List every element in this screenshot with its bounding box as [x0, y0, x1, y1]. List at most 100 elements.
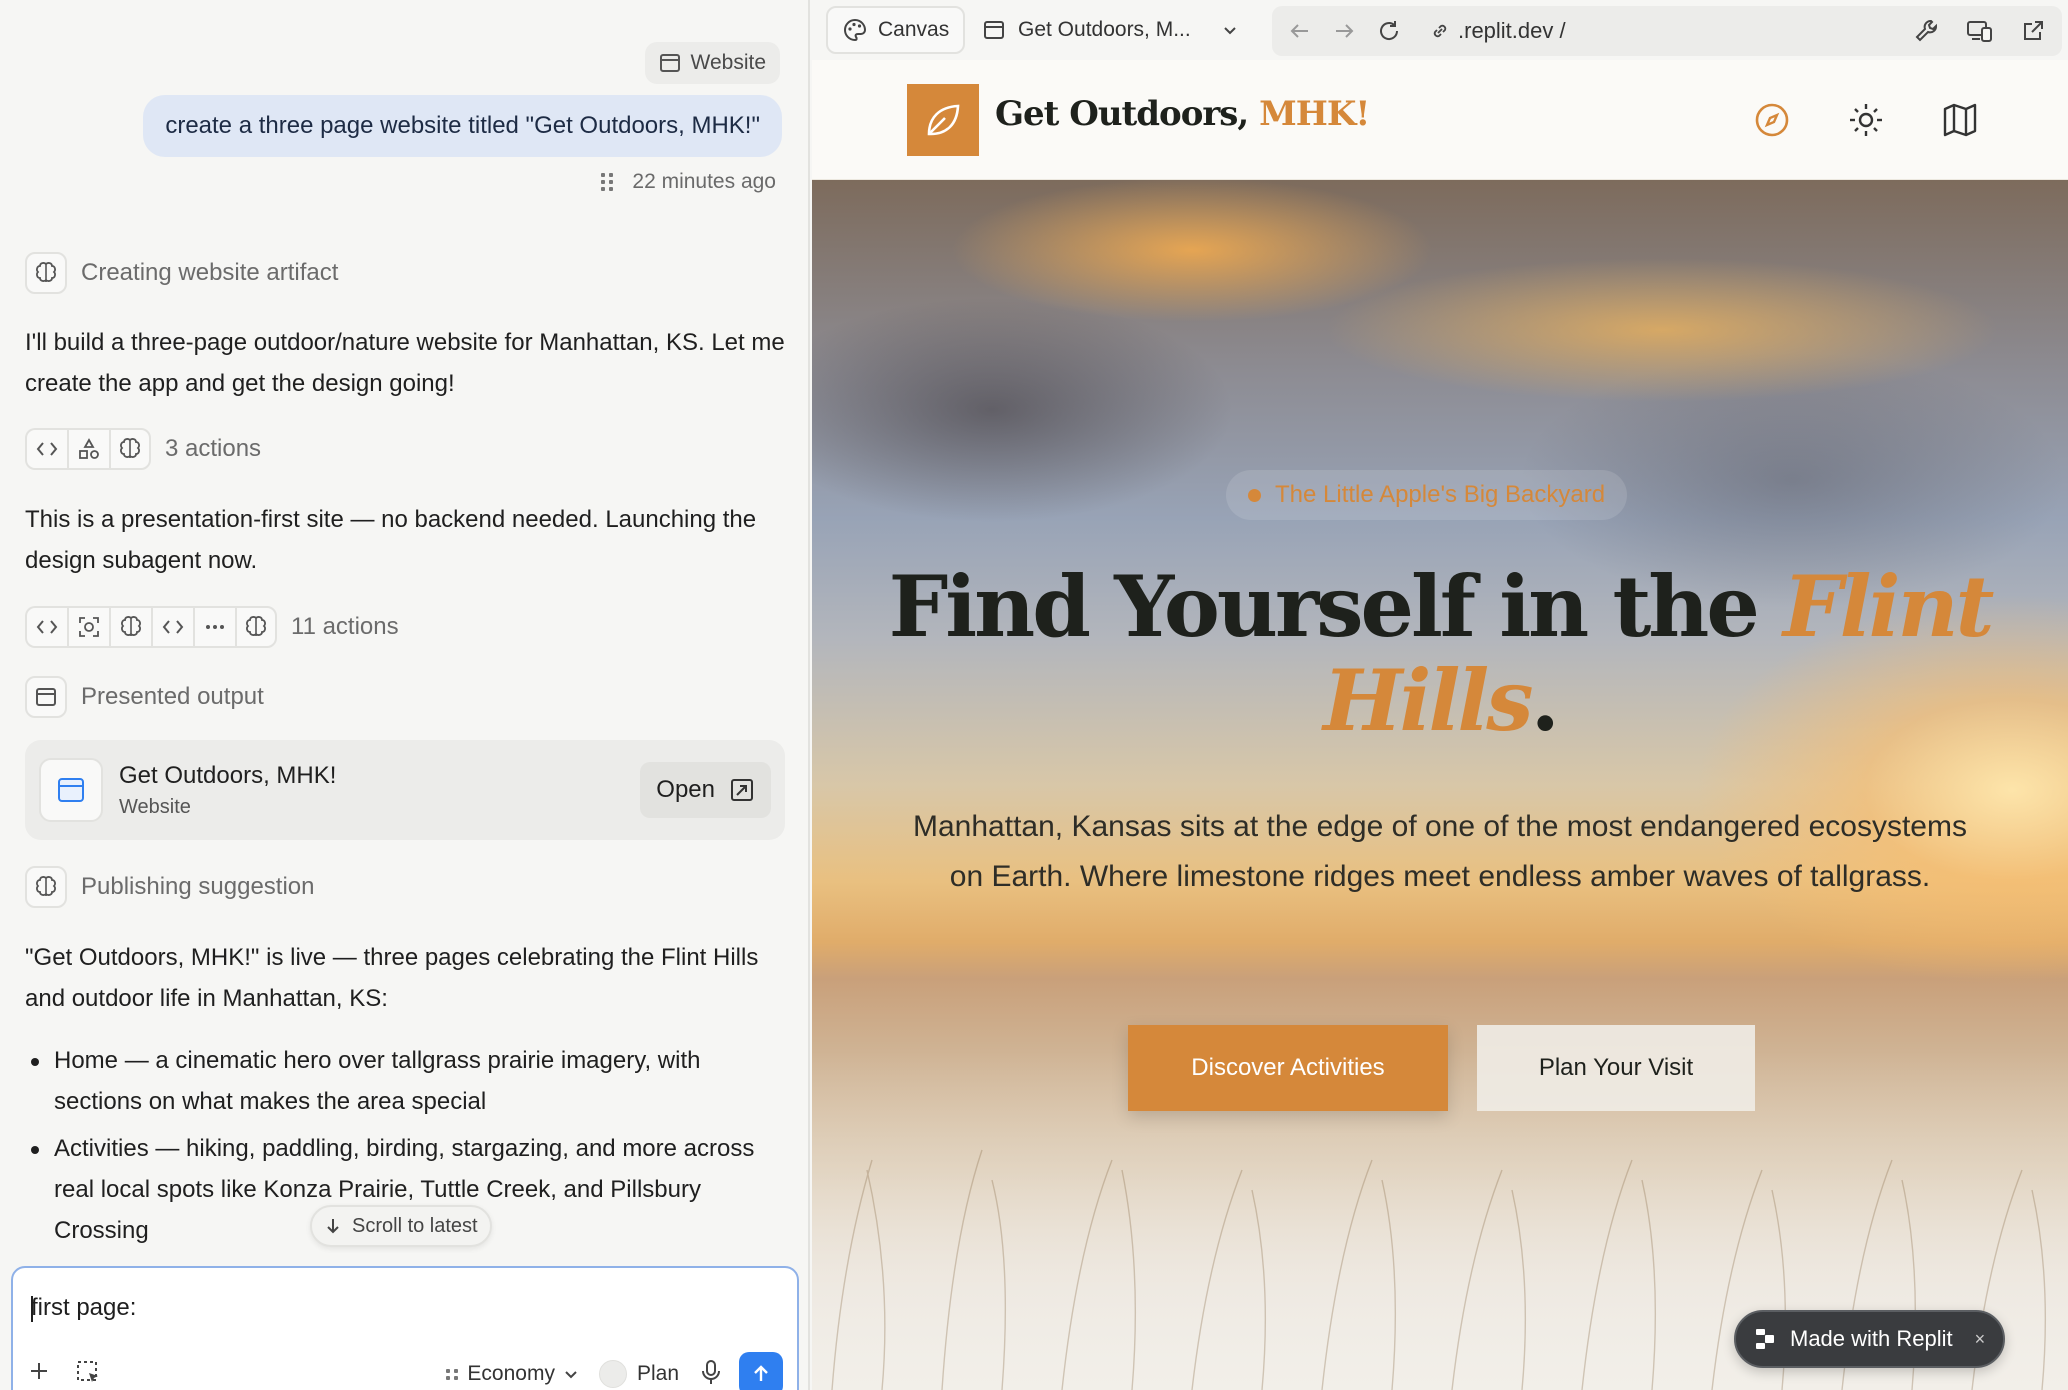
map-icon[interactable] [1942, 102, 1978, 138]
made-with-replit-badge[interactable]: Made with Replit × [1734, 1310, 2006, 1368]
chat-input[interactable]: first page: [31, 1294, 136, 1322]
brand-accent: MHK! [1259, 94, 1370, 134]
user-message: create a three page website titled "Get … [143, 95, 782, 157]
step-label: Publishing suggestion [81, 873, 315, 900]
website-preview: Get Outdoors, MHK! The Little Apple's Bi… [812, 60, 2068, 1390]
hero-headline: Find Yourself in the Flint Hills. [872, 560, 2008, 748]
mode-value: Economy [467, 1362, 555, 1385]
open-label: Open [656, 776, 715, 803]
chat-composer[interactable]: first page: Economy Plan [11, 1266, 799, 1390]
list-item: Home — a cinematic hero over tallgrass p… [25, 1040, 785, 1122]
window-icon [659, 54, 680, 72]
step-publishing-suggestion[interactable]: Publishing suggestion [25, 866, 315, 908]
actions-group-2[interactable]: 11 actions [25, 606, 399, 648]
hero-description: Manhattan, Kansas sits at the edge of on… [913, 810, 1967, 893]
wrench-icon[interactable] [1914, 18, 1940, 44]
website-chip-label: Website [690, 51, 766, 74]
url-bar[interactable]: .replit.dev / [1272, 6, 2062, 56]
website-chip[interactable]: Website [644, 42, 780, 84]
brain-icon [235, 606, 277, 648]
open-external-icon[interactable] [2020, 18, 2046, 44]
leaf-icon [927, 104, 960, 136]
microphone-button[interactable] [699, 1358, 723, 1390]
actions-count: 11 actions [291, 613, 399, 640]
arrow-up-icon [754, 1365, 768, 1381]
send-button[interactable] [739, 1352, 783, 1390]
drag-handle-icon[interactable] [601, 173, 614, 191]
badge-label: Made with Replit [1790, 1326, 1953, 1351]
add-attachment-button[interactable] [27, 1357, 67, 1390]
assistant-paragraph-1: I'll build a three-page outdoor/nature w… [25, 329, 785, 397]
sun-icon[interactable] [1848, 102, 1884, 138]
brain-icon [25, 252, 67, 294]
forward-arrow-icon[interactable] [1332, 19, 1356, 43]
url-text: .replit.dev / [1458, 18, 1566, 43]
arrow-down-icon [327, 1219, 339, 1234]
selection-icon [77, 1360, 98, 1382]
shapes-icon [67, 428, 109, 470]
scroll-label: Scroll to latest [352, 1214, 478, 1237]
link-icon [1433, 24, 1447, 38]
brand-main: Get Outdoors, [995, 94, 1260, 134]
window-icon [25, 676, 67, 718]
website-icon [39, 758, 103, 822]
chat-panel: Website create a three page website titl… [0, 0, 810, 1390]
brain-icon [25, 866, 67, 908]
open-artifact-button[interactable]: Open [640, 762, 771, 818]
select-element-button[interactable] [75, 1359, 115, 1390]
plan-your-visit-button[interactable]: Plan Your Visit [1477, 1025, 1755, 1111]
screenshot-icon [67, 606, 109, 648]
page-tab[interactable]: Get Outdoors, M... [982, 6, 1239, 54]
chevron-down-icon[interactable] [1221, 21, 1239, 39]
scroll-to-latest-button[interactable]: Scroll to latest [310, 1205, 492, 1247]
plus-icon [31, 1363, 47, 1379]
headline-end: . [1530, 651, 1560, 750]
code-icon [151, 606, 193, 648]
external-link-icon [731, 779, 753, 801]
back-arrow-icon[interactable] [1288, 19, 1312, 43]
devices-icon[interactable] [1966, 18, 1994, 44]
code-icon [25, 428, 67, 470]
message-timestamp: 22 minutes ago [632, 170, 776, 193]
window-icon [984, 21, 1004, 39]
browser-toolbar: Canvas Get Outdoors, M... .replit.dev / [812, 0, 2068, 60]
palette-icon [844, 18, 867, 42]
mode-select[interactable]: Economy [446, 1362, 579, 1386]
canvas-tab[interactable]: Canvas [826, 6, 966, 54]
actions-count: 3 actions [165, 435, 262, 462]
actions-group-1[interactable]: 3 actions [25, 428, 261, 470]
eyebrow-text: The Little Apple's Big Backyard [1275, 481, 1606, 508]
replit-logo-icon [1756, 1329, 1774, 1349]
site-brand[interactable]: Get Outdoors, MHK! [995, 94, 1370, 134]
plan-toggle[interactable]: Plan [598, 1360, 679, 1388]
step-label: Presented output [81, 683, 264, 710]
more-icon [193, 606, 235, 648]
drag-handle-icon [446, 1368, 459, 1380]
chevron-down-icon [565, 1371, 577, 1379]
step-label: Creating website artifact [81, 259, 339, 286]
step-creating-artifact[interactable]: Creating website artifact [25, 252, 338, 294]
page-tab-label: Get Outdoors, M... [1018, 18, 1191, 41]
discover-activities-button[interactable]: Discover Activities [1128, 1025, 1448, 1111]
artifact-title: Get Outdoors, MHK! [119, 761, 337, 789]
brain-icon [109, 606, 151, 648]
dot-icon [1248, 488, 1261, 502]
artifact-card[interactable]: Get Outdoors, MHK! Website Open [25, 740, 785, 840]
toggle-switch[interactable] [598, 1360, 627, 1388]
headline-main: Find Yourself in the [888, 557, 1784, 656]
site-logo[interactable] [907, 84, 979, 156]
message-meta: 22 minutes ago [601, 170, 776, 194]
hero-eyebrow: The Little Apple's Big Backyard [1226, 470, 1628, 520]
reload-icon[interactable] [1376, 18, 1402, 44]
brain-icon [109, 428, 151, 470]
close-icon[interactable]: × [1975, 1329, 1986, 1350]
plan-label: Plan [636, 1362, 679, 1385]
compass-icon[interactable] [1754, 102, 1790, 138]
site-nav-icons [1754, 102, 1978, 138]
code-icon [25, 606, 67, 648]
microphone-icon [702, 1359, 720, 1384]
assistant-paragraph-2: This is a presentation-first site — no b… [25, 506, 757, 574]
artifact-subtitle: Website [119, 795, 191, 818]
step-presented-output[interactable]: Presented output [25, 676, 264, 718]
site-header: Get Outdoors, MHK! [812, 60, 2068, 180]
